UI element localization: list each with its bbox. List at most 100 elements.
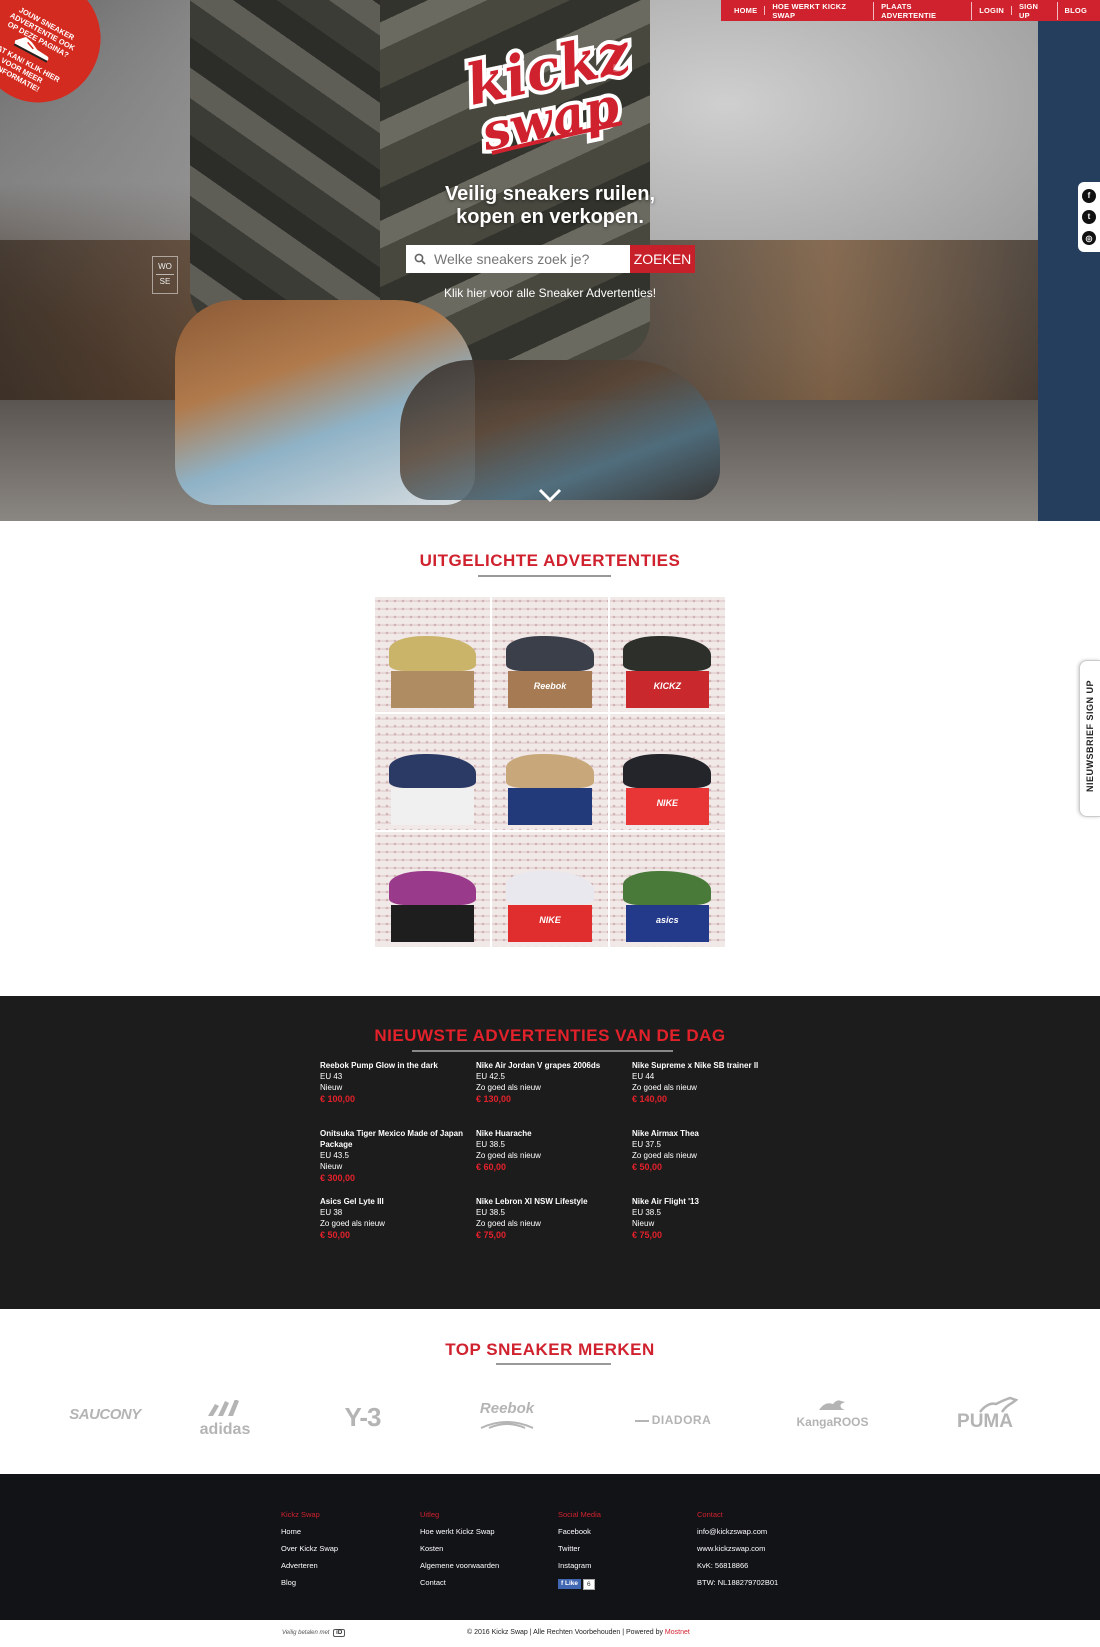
shoe-box: KICKZ [625, 670, 709, 708]
nav-how-it-works[interactable]: HOE WERKT KICKZ SWAP [765, 1, 875, 20]
featured-ad-tile[interactable] [492, 714, 608, 830]
footer-link-twitter[interactable]: Twitter [558, 1540, 688, 1557]
page: HOME HOE WERKT KICKZ SWAP PLAATS ADVERTE… [0, 0, 1100, 1647]
newsletter-signup-tab[interactable]: NIEUWSBRIEF SIGN UP [1079, 660, 1100, 817]
footer-btw: BTW: NL188279702B01 [697, 1578, 779, 1587]
sneaker-photo [623, 636, 712, 671]
footer-link-contact[interactable]: Contact [420, 1574, 550, 1591]
shoe-box: NIKE [508, 905, 592, 943]
watermark-mark: WO SE [152, 256, 178, 294]
instagram-icon[interactable]: ◎ [1082, 231, 1096, 246]
twitter-icon[interactable]: t [1082, 209, 1096, 224]
reebok-vector-icon [480, 1421, 534, 1429]
newest-ad-item[interactable]: Nike Airmax Thea EU 37.5 Zo goed als nieuw… [632, 1128, 782, 1173]
featured-ad-tile[interactable]: KICKZ [609, 597, 725, 713]
footer [0, 1474, 1100, 1620]
all-ads-link[interactable]: Klik hier voor alle Sneaker Advertenties… [400, 286, 700, 300]
facebook-icon[interactable]: f [1082, 188, 1096, 203]
newest-ad-item[interactable]: Nike Air Flight '13 EU 38.5 Nieuw € 75,00 [632, 1196, 782, 1241]
brand-y3[interactable]: Y-3 [325, 1402, 400, 1433]
featured-title: UITGELICHTE ADVERTENTIES [419, 551, 681, 570]
featured-ad-tile[interactable] [375, 831, 491, 947]
footer-link-home[interactable]: Home [281, 1523, 411, 1540]
footer-link-adverteren[interactable]: Adverteren [281, 1557, 411, 1574]
featured-ad-tile[interactable]: asics [609, 831, 725, 947]
shoe-box-label: KICKZ [653, 680, 682, 691]
brand-reebok[interactable]: Reebok [462, 1400, 552, 1435]
brand-adidas[interactable]: adidas [175, 1399, 275, 1439]
right-side-panel [1038, 0, 1100, 521]
footer-link-facebook[interactable]: Facebook [558, 1523, 688, 1540]
nav-login[interactable]: LOGIN [972, 6, 1012, 15]
newest-ad-item[interactable]: Asics Gel Lyte III EU 38 Zo goed als nieuw… [320, 1196, 470, 1241]
scroll-down-chevron-icon[interactable] [538, 488, 562, 502]
diadora-arrow-icon [634, 1419, 649, 1422]
ad-title: Nike Air Jordan V grapes 2006ds [476, 1061, 601, 1070]
social-sidebar: f t ◎ [1078, 182, 1100, 252]
footer-link-voorwaarden[interactable]: Algemene voorwaarden [420, 1557, 550, 1574]
ad-price: € 60,00 [476, 1162, 507, 1172]
featured-ad-tile[interactable]: Reebok [492, 597, 608, 713]
powered-by-link[interactable]: Mostnet [665, 1629, 690, 1636]
footer-heading: Kickz Swap [281, 1510, 320, 1519]
newest-ad-item[interactable]: Onitsuka Tiger Mexico Made of Japan Pack… [320, 1128, 470, 1184]
footer-link-instagram[interactable]: Instagram [558, 1557, 688, 1574]
shoe-box-label: NIKE [539, 915, 561, 926]
ad-price: € 140,00 [632, 1094, 668, 1104]
ad-condition: Zo goed als nieuw [632, 1083, 697, 1092]
brand-diadora[interactable]: DIADORA [618, 1413, 728, 1427]
facebook-like-button[interactable]: f Like 6 [558, 1578, 595, 1590]
search-box [406, 245, 630, 273]
shoe-box: Reebok [508, 670, 592, 708]
shoe-box [391, 788, 475, 826]
footer-link-blog[interactable]: Blog [281, 1574, 411, 1591]
ad-condition: Nieuw [320, 1083, 343, 1092]
featured-ad-tile[interactable]: NIKE [492, 831, 608, 947]
featured-ad-tile[interactable] [375, 714, 491, 830]
ad-size: EU 42.5 [476, 1072, 505, 1081]
newest-ad-item[interactable]: Nike Supreme x Nike SB trainer ll EU 44 Zo… [632, 1060, 782, 1105]
ad-condition: Nieuw [320, 1162, 343, 1171]
sneaker-photo [388, 636, 477, 671]
brand-saucony[interactable]: SAUCONY [50, 1406, 160, 1423]
newest-ad-item[interactable]: Reebok Pump Glow in the dark EU 43 Nieuw € … [320, 1060, 470, 1105]
ad-title: Nike Huarache [476, 1129, 532, 1138]
brand-puma[interactable]: PUMA [945, 1396, 1025, 1433]
kangaroo-icon [818, 1400, 845, 1410]
newest-ad-item[interactable]: Nike Huarache EU 38.5 Zo goed als nieuw € 6… [476, 1128, 626, 1173]
search-button[interactable]: ZOEKEN [630, 245, 695, 273]
footer-link-hoe-werkt[interactable]: Hoe werkt Kickz Swap [420, 1523, 550, 1540]
ad-size: EU 44 [632, 1072, 655, 1081]
footer-email[interactable]: info@kickzswap.com [697, 1523, 847, 1540]
footer-link-over[interactable]: Over Kickz Swap [281, 1540, 411, 1557]
shoe-box-label: NIKE [656, 798, 679, 809]
search-input[interactable] [434, 251, 624, 267]
kickz-swap-logo[interactable]: kickz kickz swap swap [462, 18, 642, 168]
ad-price: € 50,00 [632, 1162, 663, 1172]
footer-heading: Uitleg [420, 1510, 440, 1519]
brand-kangaroos[interactable]: KangaROOS [780, 1398, 885, 1429]
newest-ad-item[interactable]: Nike Air Jordan V grapes 2006ds EU 42.5 Zo… [476, 1060, 626, 1105]
payment-info: Veilig betalen met iD [282, 1629, 346, 1637]
ad-condition: Zo goed als nieuw [632, 1151, 697, 1160]
featured-ad-tile[interactable]: NIKE [609, 714, 725, 830]
footer-website[interactable]: www.kickzswap.com [697, 1540, 847, 1557]
nav-blog[interactable]: BLOG [1058, 6, 1094, 15]
nav-home[interactable]: HOME [727, 6, 766, 15]
sneaker-photo [506, 636, 594, 671]
nav-sign-up[interactable]: SIGN UP [1012, 1, 1058, 20]
shoe-box-label: asics [656, 915, 679, 926]
brands-title: TOP SNEAKER MERKEN [445, 1340, 655, 1359]
nav-place-ad[interactable]: PLAATS ADVERTENTIE [874, 1, 973, 20]
hero-tagline-line1: Veilig sneakers ruilen, [444, 183, 656, 205]
ad-size: EU 38.5 [476, 1208, 505, 1217]
shoe-box [391, 670, 475, 708]
ad-condition: Zo goed als nieuw [476, 1083, 541, 1092]
footer-link-kosten[interactable]: Kosten [420, 1540, 550, 1557]
featured-ad-tile[interactable] [375, 597, 491, 713]
ad-size: EU 38 [320, 1208, 343, 1217]
ad-size: EU 37.5 [632, 1140, 661, 1149]
main-navigation: HOME HOE WERKT KICKZ SWAP PLAATS ADVERTE… [721, 0, 1100, 21]
facebook-like-count: 6 [583, 1578, 595, 1590]
newest-ad-item[interactable]: Nike Lebron XI NSW Lifestyle EU 38.5 Zo go… [476, 1196, 626, 1241]
